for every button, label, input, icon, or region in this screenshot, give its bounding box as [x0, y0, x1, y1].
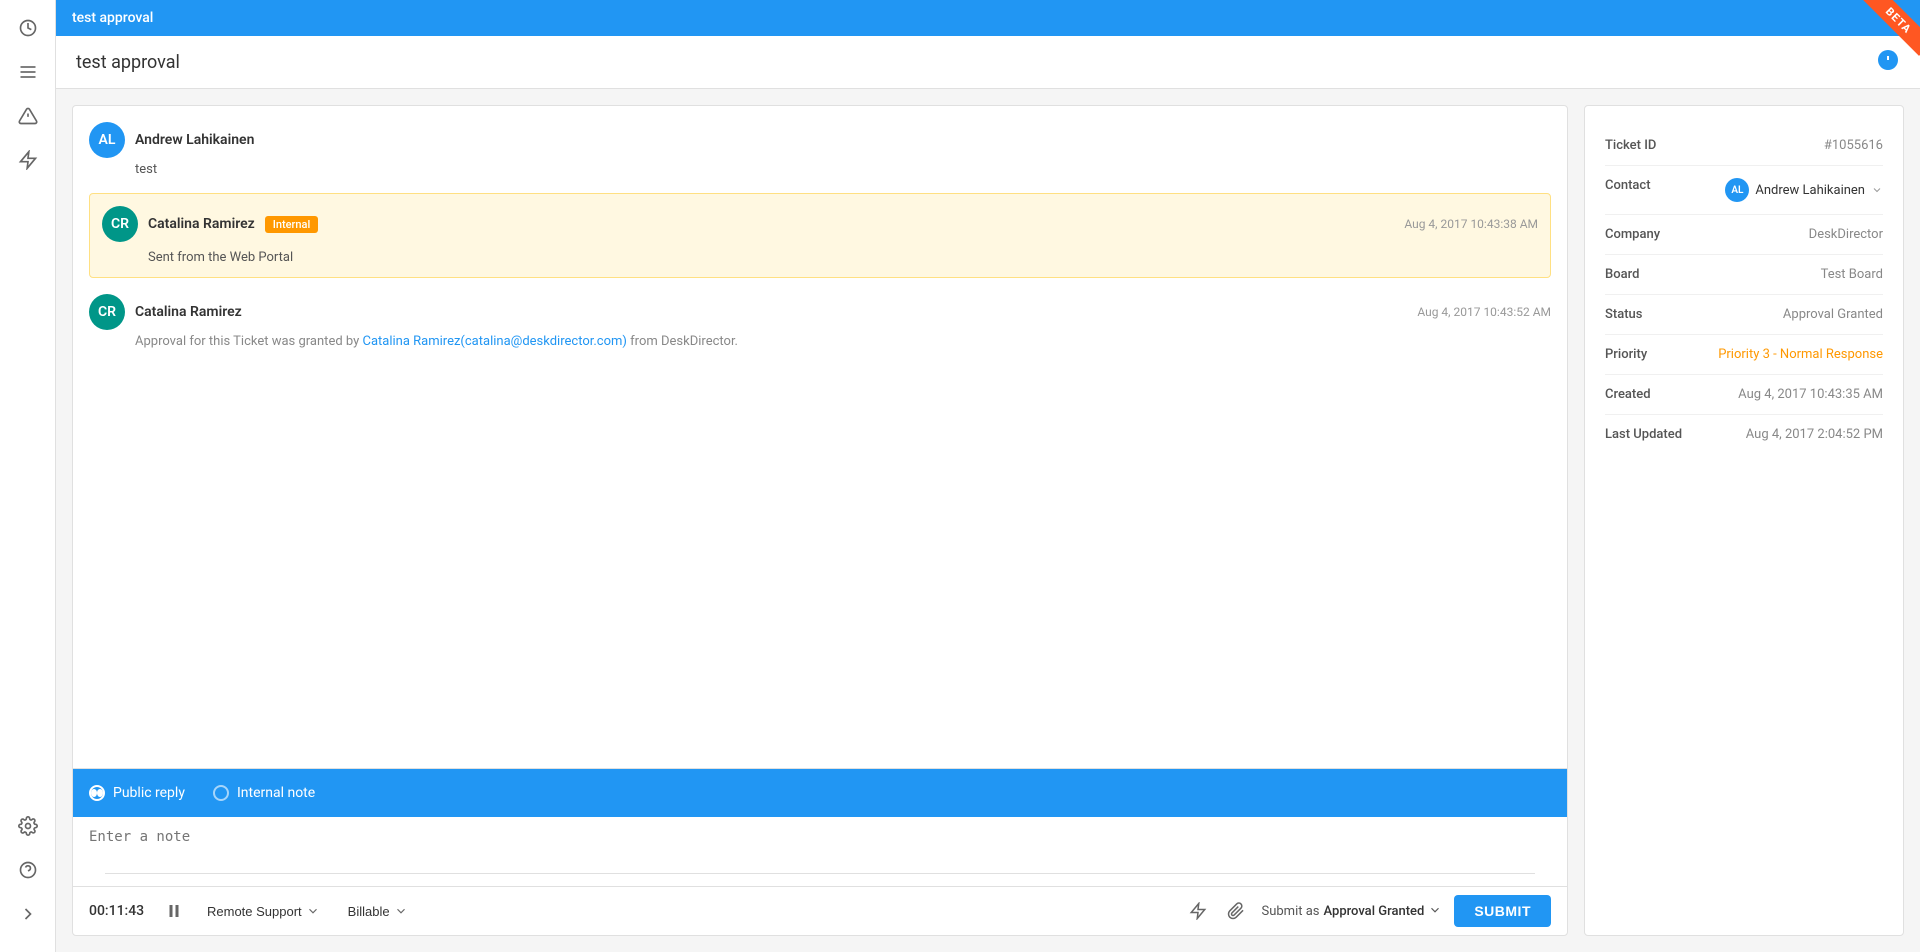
detail-row-company: Company DeskDirector [1605, 215, 1883, 255]
main-content: test approval test approval AL Andrew La… [56, 0, 1920, 952]
submit-as-label: Submit as [1261, 904, 1319, 919]
approval-message-time: Aug 4, 2017 10:43:52 AM [1417, 305, 1551, 319]
message-item-first: AL Andrew Lahikainen test [89, 122, 1551, 177]
approval-link: Catalina Ramirez(catalina@deskdirector.c… [363, 334, 627, 349]
pause-button[interactable] [161, 898, 187, 924]
submit-button[interactable]: SUBMIT [1454, 895, 1551, 927]
top-bar: test approval [56, 0, 1920, 36]
expand-icon[interactable] [10, 896, 46, 932]
public-reply-radio[interactable] [89, 785, 105, 801]
ticket-id-value: #1055616 [1824, 138, 1883, 153]
detail-row-contact: Contact AL Andrew Lahikainen [1605, 166, 1883, 215]
status-label: Status [1605, 307, 1642, 322]
reply-area: Public reply Internal note 00:11:43 [73, 768, 1567, 935]
internal-badge: Internal [265, 216, 319, 233]
detail-row-created: Created Aug 4, 2017 10:43:35 AM [1605, 375, 1883, 415]
list-icon[interactable] [10, 54, 46, 90]
message-author-catalina-approval: Catalina Ramirez [135, 304, 242, 320]
internal-note-label: Internal note [237, 785, 315, 801]
approval-message-body: Approval for this Ticket was granted by … [135, 334, 1551, 349]
avatar-andrew: AL [89, 122, 125, 158]
clock-icon[interactable] [10, 10, 46, 46]
internal-message-time: Aug 4, 2017 10:43:38 AM [1404, 217, 1538, 231]
contact-chevron-icon [1871, 184, 1883, 196]
note-divider [105, 873, 1535, 874]
timer-display: 00:11:43 [89, 903, 149, 919]
contact-avatar: AL [1725, 178, 1749, 202]
contact-name: Andrew Lahikainen [1755, 183, 1865, 198]
messages-area: AL Andrew Lahikainen test CR Catalina Ra… [73, 106, 1567, 768]
billing-dropdown[interactable]: Billable [340, 900, 416, 923]
submit-as-group: Submit as Approval Granted [1261, 903, 1442, 920]
type-label: Remote Support [207, 904, 302, 919]
bolt-action-icon[interactable] [1185, 898, 1211, 924]
message-header-internal: CR Catalina Ramirez Internal Aug 4, 2017… [102, 206, 1538, 242]
bolt-icon[interactable] [10, 142, 46, 178]
avatar-catalina-approval: CR [89, 294, 125, 330]
message-header-approval: CR Catalina Ramirez Aug 4, 2017 10:43:52… [89, 294, 1551, 330]
ticket-id-label: Ticket ID [1605, 138, 1656, 153]
note-input-area [73, 817, 1567, 886]
internal-note-tab[interactable]: Internal note [209, 777, 319, 809]
note-input[interactable] [89, 829, 1551, 869]
last-updated-label: Last Updated [1605, 427, 1682, 442]
approval-text: Approval for this Ticket was granted by … [135, 334, 738, 349]
help-icon[interactable] [10, 852, 46, 888]
right-panel: Ticket ID #1055616 Contact AL Andrew Lah… [1584, 105, 1904, 936]
reply-tabs: Public reply Internal note [73, 769, 1567, 817]
detail-row-last-updated: Last Updated Aug 4, 2017 2:04:52 PM [1605, 415, 1883, 454]
sidebar [0, 0, 56, 952]
board-value: Test Board [1821, 267, 1883, 282]
submit-as-value: Approval Granted [1324, 904, 1425, 919]
reply-toolbar: 00:11:43 Remote Support Billable [73, 886, 1567, 935]
message-author-catalina-internal: Catalina Ramirez [148, 216, 255, 232]
ticket-panel: AL Andrew Lahikainen test CR Catalina Ra… [72, 105, 1568, 936]
company-value: DeskDirector [1809, 227, 1883, 242]
contact-value[interactable]: AL Andrew Lahikainen [1725, 178, 1883, 202]
approval-message: CR Catalina Ramirez Aug 4, 2017 10:43:52… [89, 294, 1551, 349]
created-value: Aug 4, 2017 10:43:35 AM [1738, 387, 1883, 402]
attachment-icon[interactable] [1223, 898, 1249, 924]
contact-label: Contact [1605, 178, 1651, 193]
internal-message: CR Catalina Ramirez Internal Aug 4, 2017… [89, 193, 1551, 278]
internal-message-body: Sent from the Web Portal [148, 250, 1538, 265]
public-reply-tab[interactable]: Public reply [85, 777, 189, 809]
created-label: Created [1605, 387, 1651, 402]
last-updated-value: Aug 4, 2017 2:04:52 PM [1746, 427, 1883, 442]
detail-row-status: Status Approval Granted [1605, 295, 1883, 335]
message-author-andrew: Andrew Lahikainen [135, 132, 254, 148]
internal-note-radio[interactable] [213, 785, 229, 801]
content-area: AL Andrew Lahikainen test CR Catalina Ra… [56, 89, 1920, 952]
public-reply-label: Public reply [113, 785, 185, 801]
active-tab-label: test approval [72, 10, 153, 26]
detail-row-ticket-id: Ticket ID #1055616 [1605, 126, 1883, 166]
billing-label: Billable [348, 904, 390, 919]
message-body-first: test [135, 162, 1551, 177]
priority-value: Priority 3 - Normal Response [1718, 347, 1883, 362]
priority-label: Priority [1605, 347, 1647, 362]
board-label: Board [1605, 267, 1639, 282]
submit-as-dropdown-btn[interactable] [1428, 903, 1442, 920]
company-label: Company [1605, 227, 1660, 242]
detail-row-priority: Priority Priority 3 - Normal Response [1605, 335, 1883, 375]
message-header-first: AL Andrew Lahikainen [89, 122, 1551, 158]
page-title: test approval [76, 52, 180, 73]
detail-row-board: Board Test Board [1605, 255, 1883, 295]
type-dropdown[interactable]: Remote Support [199, 900, 328, 923]
avatar-catalina-internal: CR [102, 206, 138, 242]
settings-icon[interactable] [10, 808, 46, 844]
page-title-bar: test approval [56, 36, 1920, 89]
alert-icon[interactable] [10, 98, 46, 134]
beta-badge: BETA [1850, 0, 1920, 70]
status-value: Approval Granted [1783, 307, 1883, 322]
